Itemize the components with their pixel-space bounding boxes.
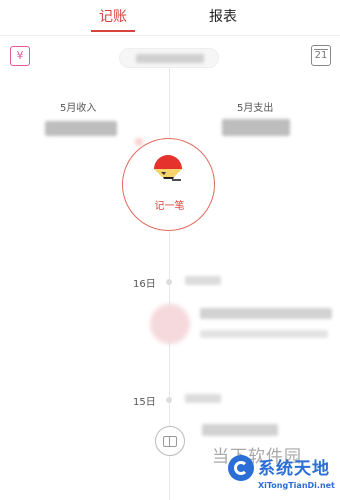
watermark-badge-icon bbox=[228, 455, 254, 481]
calendar-icon[interactable]: 21 bbox=[311, 45, 331, 66]
top-tab-bar: 记账 报表 bbox=[0, 0, 340, 36]
tab-report[interactable]: 报表 bbox=[200, 6, 246, 32]
yen-wallet-icon[interactable]: ¥ bbox=[10, 46, 30, 66]
tab-record[interactable]: 记账 bbox=[90, 6, 136, 32]
list-item[interactable] bbox=[150, 304, 335, 346]
entry-title-blurred bbox=[200, 308, 332, 319]
watermark-logo: 系统天地 XiTongTianDi.net bbox=[228, 453, 340, 500]
expense-value-blurred bbox=[222, 119, 290, 136]
date-selector-blurred-text bbox=[136, 54, 204, 63]
day-header-15: 15日 bbox=[133, 397, 156, 408]
income-value-blurred bbox=[45, 121, 117, 136]
record-brand-icon bbox=[154, 155, 182, 181]
day-total-blurred bbox=[185, 394, 221, 403]
book-icon[interactable] bbox=[155, 426, 185, 456]
entry-title-blurred bbox=[202, 424, 278, 436]
record-button[interactable]: 记一笔 bbox=[122, 138, 215, 231]
timeline-dot bbox=[166, 279, 172, 285]
record-button-label: 记一笔 bbox=[154, 201, 185, 212]
income-label: 5月收入 bbox=[60, 103, 97, 114]
entry-detail-blurred bbox=[200, 330, 328, 338]
watermark-url: XiTongTianDi.net bbox=[258, 481, 335, 490]
date-selector[interactable] bbox=[119, 48, 219, 68]
watermark-title: 系统天地 bbox=[258, 459, 330, 479]
expense-label: 5月支出 bbox=[237, 103, 274, 114]
timeline-dot bbox=[166, 397, 172, 403]
day-total-blurred bbox=[185, 276, 221, 285]
category-avatar bbox=[150, 304, 190, 344]
day-header-16: 16日 bbox=[133, 279, 156, 290]
